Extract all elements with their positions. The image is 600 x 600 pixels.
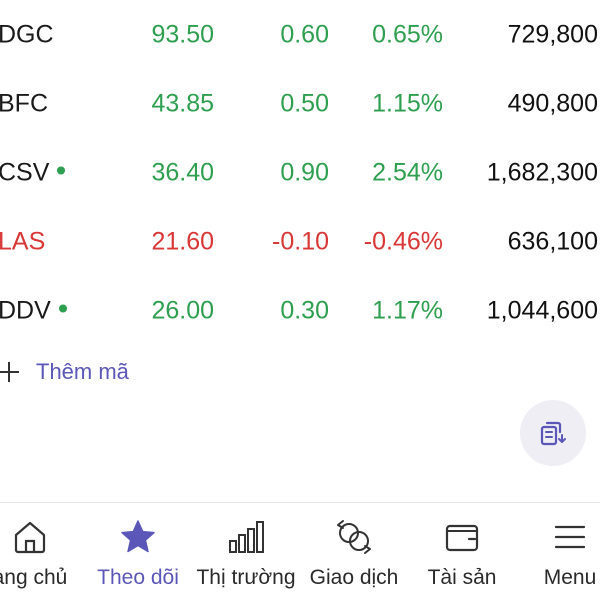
tab-market[interactable]: Thị trường	[192, 503, 300, 600]
menu-icon	[554, 525, 586, 549]
swap-list-button[interactable]	[520, 400, 586, 466]
tab-trading[interactable]: Giao dịch	[302, 503, 406, 600]
add-symbol-label: Thêm mã	[36, 359, 129, 384]
stock-change: 0.50	[280, 89, 329, 117]
stock-change-percent: 1.17%	[372, 296, 443, 324]
stock-symbol: BFC	[0, 89, 48, 117]
tab-watchlist[interactable]: Theo dõi	[88, 503, 188, 600]
status-dot-icon	[57, 166, 66, 175]
tab-label: Giao dịch	[309, 566, 399, 589]
stock-symbol: LAS	[0, 227, 46, 255]
stock-change-percent: 0.65%	[372, 20, 443, 48]
table-row[interactable]: BFC 43.85 0.50 1.15% 490,800	[0, 69, 600, 138]
stock-price: 43.85	[151, 89, 214, 117]
watchlist: DGC 93.50 0.60 0.65% 729,800 BFC 43.85 0…	[0, 0, 600, 345]
stock-volume: 729,800	[507, 20, 598, 48]
stock-symbol: CSV	[0, 160, 66, 185]
stock-price: 36.40	[151, 158, 214, 186]
tab-label: Tài sản	[427, 566, 497, 589]
bar-chart-icon	[229, 521, 264, 553]
tab-menu[interactable]: Menu	[530, 503, 600, 600]
table-row[interactable]: CSV 36.40 0.90 2.54% 1,682,300	[0, 138, 600, 207]
tab-label: Menu	[543, 566, 597, 589]
stock-change-percent: 1.15%	[372, 89, 443, 117]
stock-change: 0.30	[280, 296, 329, 324]
stock-symbol: DGC	[0, 20, 54, 48]
stock-volume: 1,682,300	[486, 158, 598, 186]
stock-price: 93.50	[151, 20, 214, 48]
tab-home[interactable]: ang chủ	[0, 503, 90, 600]
stock-volume: 490,800	[507, 89, 598, 117]
home-icon	[14, 521, 46, 554]
stock-change-percent: -0.46%	[363, 227, 443, 255]
tab-label: ang chủ	[0, 566, 68, 589]
table-row[interactable]: DDV 26.00 0.30 1.17% 1,044,600	[0, 276, 600, 345]
wallet-icon	[445, 524, 479, 552]
tab-label: Theo dõi	[97, 566, 179, 589]
app-screen: DGC 93.50 0.60 0.65% 729,800 BFC 43.85 0…	[0, 0, 600, 600]
stock-price: 26.00	[151, 296, 214, 324]
stock-symbol: DDV	[0, 298, 67, 323]
exchange-icon	[337, 520, 371, 554]
stock-volume: 636,100	[507, 227, 598, 255]
tab-label: Thị trường	[196, 566, 296, 589]
stock-change-percent: 2.54%	[372, 158, 443, 186]
tab-assets[interactable]: Tài sản	[412, 503, 512, 600]
plus-icon	[0, 361, 20, 383]
stock-change: 0.90	[280, 158, 329, 186]
add-symbol-button[interactable]: Thêm mã	[0, 352, 129, 392]
swap-list-icon	[540, 421, 566, 446]
stock-price: 21.60	[151, 227, 214, 255]
stock-volume: 1,044,600	[486, 296, 598, 324]
star-icon	[121, 520, 155, 553]
stock-change: -0.10	[272, 227, 329, 255]
bottom-tab-bar: ang chủ Theo dõi Thị trường Giao dịch Tà…	[0, 503, 600, 600]
stock-change: 0.60	[280, 20, 329, 48]
table-row[interactable]: LAS 21.60 -0.10 -0.46% 636,100	[0, 207, 600, 276]
status-dot-icon	[58, 304, 67, 313]
table-row[interactable]: DGC 93.50 0.60 0.65% 729,800	[0, 0, 600, 69]
